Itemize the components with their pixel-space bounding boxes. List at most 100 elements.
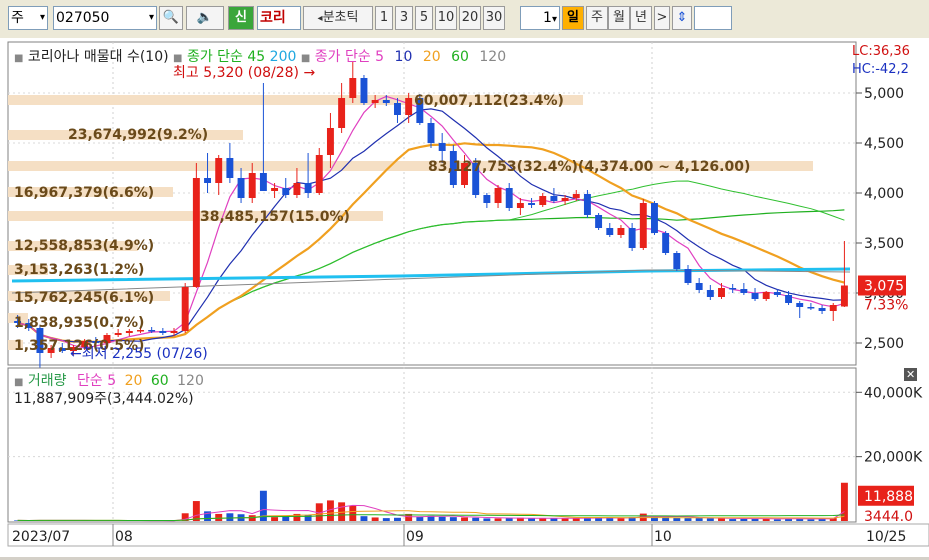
- candle-body: [807, 307, 814, 309]
- candle-body: [595, 215, 602, 228]
- volume-legend: ■ 거래량 단순 5 20 60 120: [14, 370, 204, 390]
- volume-bar: [439, 517, 446, 521]
- interval-30-button[interactable]: 30: [483, 6, 505, 30]
- candle-body: [260, 173, 267, 191]
- period-number-select[interactable]: 1▾: [520, 6, 560, 30]
- candle-body: [171, 331, 178, 333]
- period-month-button[interactable]: 월: [608, 6, 630, 30]
- candle-body: [483, 195, 490, 203]
- lc-value: LC:36,36: [852, 44, 910, 59]
- interval-1-button[interactable]: 1: [375, 6, 393, 30]
- volume-bar: [360, 516, 367, 521]
- volume-bar: [461, 517, 468, 521]
- candle-body: [819, 308, 826, 311]
- volume-bar: [506, 518, 513, 521]
- candle-body: [718, 288, 725, 297]
- volume-profile-label: 3,153,263(1.2%): [14, 262, 144, 278]
- next-button[interactable]: >: [654, 6, 670, 30]
- interval-5-button[interactable]: 5: [415, 6, 433, 30]
- candle-body: [215, 158, 222, 183]
- candle-body: [372, 100, 379, 103]
- price-tick-label: 4,500: [864, 136, 904, 152]
- volume-tick-label: 40,000K: [864, 385, 923, 401]
- volume-bar: [617, 518, 624, 521]
- candle-body: [785, 295, 792, 303]
- hc-value: HC:-42,2: [852, 62, 909, 77]
- market-select[interactable]: 주▾: [8, 6, 48, 30]
- candle-body: [573, 194, 580, 198]
- period-week-button[interactable]: 주: [586, 6, 608, 30]
- arrow-right-icon: →: [303, 65, 315, 81]
- toolbar: 주▾ 027050▾ 🔍 🔈 신 코리 ◂분초틱 1 3 5 10 20 30 …: [0, 0, 929, 39]
- candle-body: [763, 292, 770, 299]
- candle-body: [696, 283, 703, 290]
- candle-body: [796, 303, 803, 307]
- candle-body: [662, 233, 669, 253]
- speaker-button[interactable]: 🔈: [186, 6, 224, 30]
- price-tick-label: 2,500: [864, 336, 904, 352]
- chevron-down-icon: ▾: [552, 14, 557, 25]
- current-pct-label: 7.33%: [864, 298, 908, 314]
- price-tick-label: 5,000: [864, 86, 904, 102]
- speaker-icon: 🔈: [197, 10, 213, 25]
- interval-20-button[interactable]: 20: [459, 6, 481, 30]
- volume-bar: [807, 519, 814, 521]
- period-day-button[interactable]: 일: [562, 6, 584, 30]
- volume-bar: [215, 514, 222, 521]
- candle-body: [293, 183, 300, 195]
- candle-body: [562, 198, 569, 201]
- chevron-down-icon: ▾: [149, 7, 154, 29]
- current-price-label: 3,075: [864, 279, 904, 295]
- candle-body: [439, 143, 446, 151]
- chevron-right-icon: >: [657, 10, 668, 25]
- volume-bar: [774, 519, 781, 521]
- candle-body: [148, 330, 155, 332]
- candle-body: [539, 196, 546, 205]
- candle-body: [126, 331, 133, 333]
- volume-profile-label: 16,967,379(6.6%): [14, 185, 154, 201]
- shin-badge[interactable]: 신: [228, 6, 254, 30]
- search-button[interactable]: 🔍: [159, 6, 183, 30]
- current-volume-label: 11,888: [864, 489, 913, 505]
- interval-10-button[interactable]: 10: [435, 6, 457, 30]
- legend-square-icon: ■: [14, 53, 23, 64]
- stock-code-input[interactable]: 027050▾: [53, 6, 157, 30]
- candle-body: [249, 173, 256, 198]
- candle-body: [360, 78, 367, 103]
- volume-bar: [193, 501, 200, 521]
- candle-body: [383, 100, 390, 103]
- candle-body: [305, 183, 312, 193]
- extra-input[interactable]: [694, 6, 732, 30]
- interval-3-button[interactable]: 3: [395, 6, 413, 30]
- volume-panel-close-icon[interactable]: ✕: [904, 368, 917, 381]
- candle-body: [673, 253, 680, 269]
- candle-body: [606, 228, 613, 235]
- volume-bar: [550, 518, 557, 521]
- updown-button[interactable]: ⇕: [672, 6, 692, 30]
- candle-body: [506, 188, 513, 208]
- candle-body: [752, 293, 759, 299]
- price-tick-label: 4,000: [864, 186, 904, 202]
- candle-body: [349, 78, 356, 98]
- period-year-button[interactable]: 년: [630, 6, 652, 30]
- candle-body: [316, 155, 323, 193]
- candle-body: [841, 286, 848, 307]
- volume-profile-label: 15,762,245(6.1%): [14, 290, 154, 306]
- candle-body: [193, 178, 200, 287]
- candle-body: [651, 203, 658, 233]
- updown-arrow-icon: ⇕: [677, 10, 688, 25]
- candle-body: [707, 290, 714, 297]
- volume-bar: [707, 518, 714, 521]
- arrow-left-icon: ←: [70, 346, 82, 362]
- candle-body: [159, 331, 166, 333]
- volume-bar: [450, 517, 457, 521]
- x-axis-label: 10/25: [866, 529, 906, 545]
- x-axis-bar: [8, 524, 929, 546]
- price-chart-svg[interactable]: 5,0004,5004,0003,5003,0002,50040,000K20,…: [0, 38, 929, 557]
- candle-body: [517, 203, 524, 208]
- candle-body: [617, 228, 624, 235]
- candle-body: [640, 203, 647, 248]
- candle-body: [584, 194, 591, 215]
- volume-bar: [495, 518, 502, 521]
- interval-range-button[interactable]: ◂분초틱: [303, 6, 373, 30]
